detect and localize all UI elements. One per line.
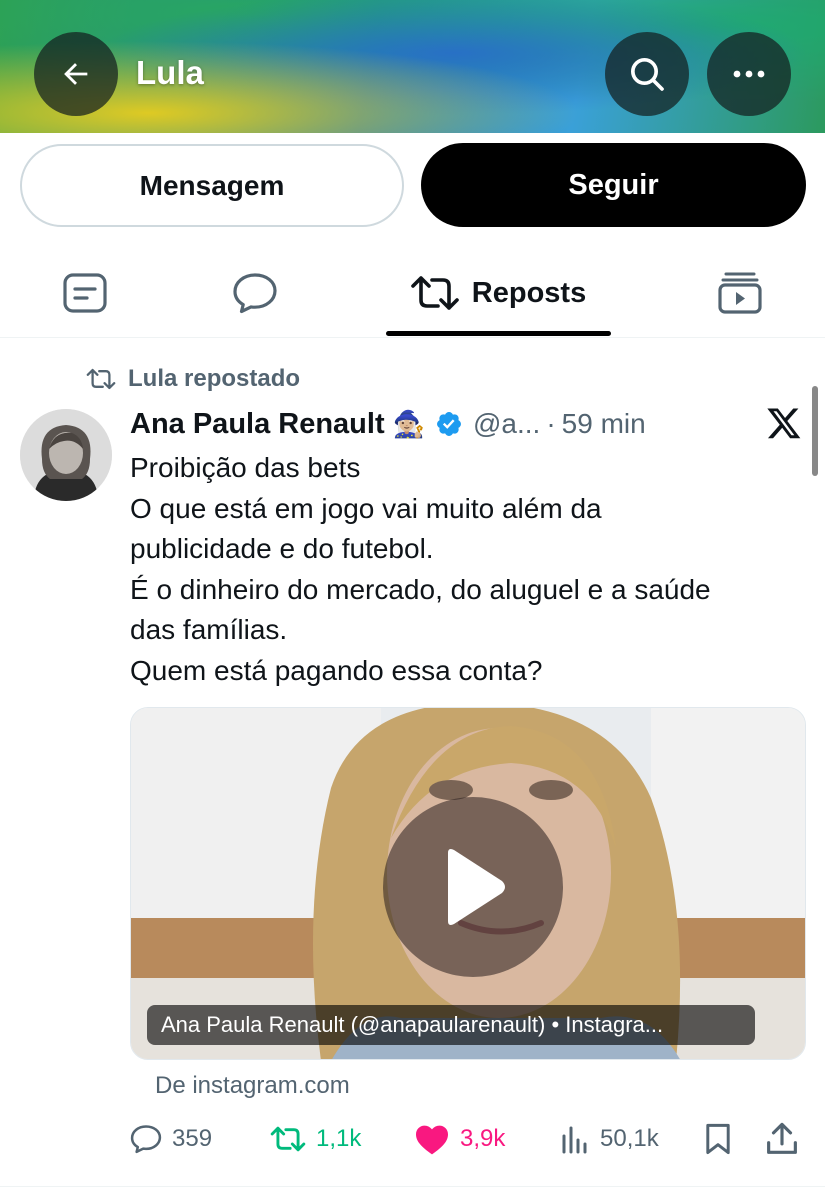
more-horizontal-icon [733,70,765,78]
tab-posts[interactable] [40,250,130,336]
avatar[interactable] [20,409,112,501]
share-button[interactable] [766,1120,798,1158]
separator-dot: · [546,408,556,439]
author-handle[interactable]: @a... [473,408,540,440]
tab-replies[interactable] [210,250,300,336]
bookmark-button[interactable] [704,1120,732,1158]
profile-tabs: Reposts [0,250,825,338]
x-logo-icon[interactable] [766,405,802,446]
media-source[interactable]: De instagram.com [155,1072,350,1100]
tweet-text: Proibição das bets O que está em jogo va… [130,448,800,692]
tweet-text-line: O que está em jogo vai muito além da [130,492,602,524]
replies-icon [233,273,277,314]
views-button[interactable]: 50,1k [560,1120,659,1158]
analytics-icon [562,1126,587,1154]
like-count: 3,9k [460,1125,506,1152]
repost-small-icon [86,368,116,390]
more-options-button[interactable] [707,32,791,116]
posts-icon [63,273,107,313]
repost-indicator: Lula repostado [86,365,300,393]
author-emoji: 🧙🏼‍♀️ [392,408,425,439]
tweet-time[interactable]: 59 min [562,408,646,440]
profile-title: Lula [136,54,204,91]
reply-icon [130,1125,162,1154]
tab-videos[interactable] [695,250,785,336]
tweet-text-line: É o dinheiro do mercado, do aluguel e a … [130,573,711,605]
search-icon [631,58,664,91]
repost-count: 1,1k [316,1125,362,1152]
bookmark-icon [706,1123,730,1155]
reply-count: 359 [172,1125,213,1152]
repost-button[interactable]: 1,1k [270,1120,361,1158]
search-button[interactable] [605,32,689,116]
like-button[interactable]: 3,9k [414,1120,505,1158]
verified-badge-icon [435,410,463,438]
play-button[interactable] [383,797,563,977]
active-tab-indicator [386,331,611,336]
tweet-text-line: das famílias. [130,614,288,646]
tweet-text-line: publicidade e do futebol. [130,533,434,565]
profile-header-banner [0,0,825,133]
tweet-header: Ana Paula Renault 🧙🏼‍♀️ @a... · 59 min [130,405,646,443]
reply-button[interactable]: 359 [130,1120,212,1158]
tab-reposts-label: Reposts [471,276,587,309]
media-caption: Ana Paula Renault (@anapaularenault) • I… [147,1005,755,1045]
repost-label: Lula repostado [128,365,301,392]
tweet-actions: 359 1,1k 3,9k 50,1k [130,1120,810,1160]
share-icon [767,1122,797,1154]
heart-icon [416,1125,448,1155]
repost-icon [270,1126,306,1152]
divider [0,1186,825,1187]
views-count: 50,1k [600,1125,659,1152]
arrow-left-icon [64,63,88,85]
scrollbar[interactable] [812,386,818,476]
repost-icon [410,276,459,310]
back-button[interactable] [34,32,118,116]
follow-button[interactable]: Seguir [421,143,806,227]
tab-reposts[interactable]: Reposts [385,250,611,336]
tweet-text-line: Quem está pagando essa conta? [130,654,543,686]
message-button[interactable]: Mensagem [20,144,404,227]
play-icon [448,849,505,925]
video-icon [718,272,762,314]
author-name[interactable]: Ana Paula Renault [130,408,385,441]
tweet-text-line: Proibição das bets [130,452,361,483]
